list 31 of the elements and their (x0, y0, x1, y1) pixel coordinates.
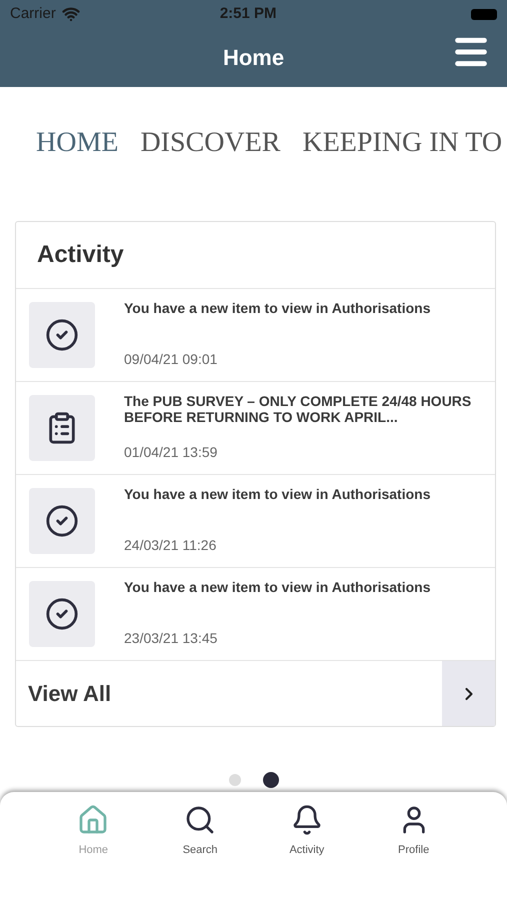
search-icon (184, 804, 216, 836)
activity-time: 24/03/21 11:26 (124, 536, 218, 555)
activity-item[interactable]: The PUB SURVEY – ONLY COMPLETE 24/48 HOURS BEFORE RETURNING TO WORK APRIL... 01/04/21 13:59 (16, 382, 495, 475)
tab-bar-item[interactable]: Activity (254, 792, 360, 900)
tab-bar-item[interactable]: Search (146, 792, 254, 900)
view-all-link[interactable]: View All (16, 661, 442, 726)
clock-label: 2:51 PM (220, 4, 277, 24)
activity-text: You have a new item to view in Authorisations (124, 300, 432, 316)
battery-icon (471, 8, 497, 20)
check-circle-icon (45, 597, 79, 631)
activity-item[interactable]: You have a new item to view in Authorisations 24/03/21 11:26 (16, 475, 495, 568)
check-circle-icon (45, 318, 79, 352)
carrier-label: Carrier (10, 4, 56, 24)
activity-item[interactable]: You have a new item to view in Authorisations 09/04/21 09:01 (16, 289, 495, 382)
tab[interactable]: HOME (36, 129, 118, 157)
activity-time: 23/03/21 13:45 (124, 629, 218, 648)
activity-text: The PUB SURVEY – ONLY COMPLETE 24/48 HOURS BEFORE RETURNING TO WORK APRIL... (124, 393, 472, 425)
nav-title: Home (222, 44, 284, 72)
bell-icon (290, 804, 323, 836)
card-title: Activity (37, 240, 124, 270)
activity-time: 09/04/21 09:01 (124, 350, 218, 369)
wifi-icon (62, 5, 80, 23)
activity-text: You have a new item to view in Authorisations (124, 579, 432, 595)
tab[interactable]: KEEPING IN TO (302, 129, 502, 157)
activity-text: You have a new item to view in Authorisations (124, 486, 432, 502)
check-circle-icon (45, 504, 79, 538)
tab-bar-item[interactable]: Profile (360, 792, 467, 900)
activity-time: 01/04/21 13:59 (124, 443, 218, 462)
activity-item[interactable]: You have a new item to view in Authorisations 23/03/21 13:45 (16, 568, 495, 661)
home-icon (77, 804, 110, 836)
tab[interactable]: DISCOVER (140, 129, 280, 157)
